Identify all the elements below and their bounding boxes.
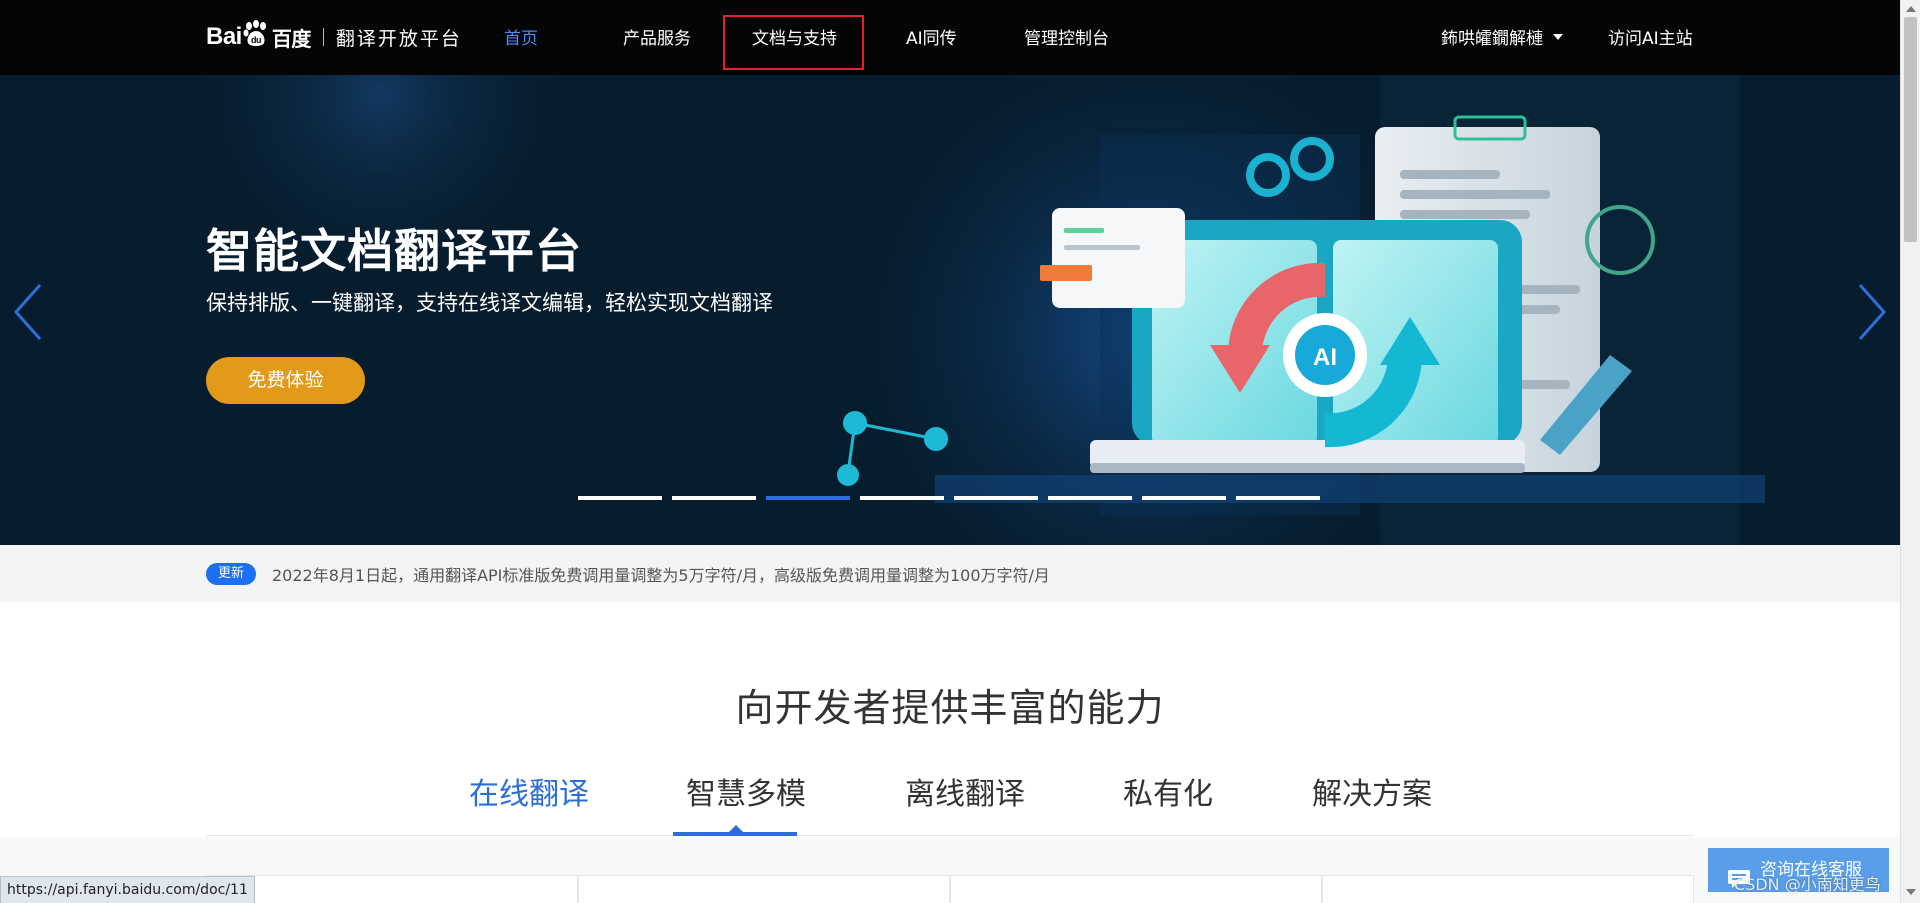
user-name: 鈽哄皬鐗解槤 [1441,29,1543,49]
nav-item-home[interactable]: 首页 [504,0,538,75]
page-scrollbar[interactable] [1900,0,1920,903]
hero-subtitle: 保持排版、一键翻译，支持在线译文编辑，轻松实现文档翻译 [206,291,773,315]
logo-subtitle: 翻译开放平台 [335,27,462,50]
watermark: CSDN @小南知更鸟 [1734,875,1881,894]
content-card[interactable] [1322,875,1694,903]
scroll-thumb[interactable] [1904,17,1917,242]
logo-mark: Bai du 百度 [206,19,312,55]
carousel-dot-4[interactable] [860,496,944,500]
carousel-dot-6[interactable] [1048,496,1132,500]
nav-item-ai-interpret[interactable]: AI同传 [906,0,957,75]
carousel-dot-2[interactable] [672,496,756,500]
content-card[interactable] [950,875,1322,903]
baidu-logo[interactable]: Bai du 百度 翻译开放平台 [206,19,462,55]
carousel-dot-7[interactable] [1142,496,1226,500]
nav-item-products[interactable]: 产品服务 [623,0,691,75]
scroll-up-icon[interactable] [1906,6,1916,12]
carousel-dot-1[interactable] [578,496,662,500]
caret-down-icon [1553,34,1563,40]
tab-private-deployment[interactable]: 私有化 [1123,768,1213,836]
carousel-prev-icon[interactable] [10,282,50,342]
content-card[interactable] [578,875,950,903]
notice-bar: 更新 2022年8月1日起，通用翻译API标准版免费调用量调整为5万字符/月，高… [0,545,1900,602]
notice-text[interactable]: 2022年8月1日起，通用翻译API标准版免费调用量调整为5万字符/月，高级版免… [272,562,1050,586]
user-menu[interactable]: 鈽哄皬鐗解槤 [1441,0,1563,75]
content-card[interactable] [206,875,578,903]
carousel-dot-3[interactable] [766,496,850,500]
nav-item-console[interactable]: 管理控制台 [1024,0,1109,75]
top-nav: Bai du 百度 翻译开放平台 首页 产品服务 文档与支持 AI同传 管理控制… [0,0,1900,75]
logo-cn: 百度 [271,28,312,51]
tab-solutions[interactable]: 解决方案 [1312,768,1432,836]
tab-smart-multimodal[interactable]: 智慧多模 [686,768,806,836]
active-tab-notch [729,825,743,832]
paw-icon: du [243,19,269,55]
nav-item-visit-ai[interactable]: 访问AI主站 [1608,0,1693,75]
carousel-dot-5[interactable] [954,496,1038,500]
carousel-dot-8[interactable] [1236,496,1320,500]
highlight-box [723,15,864,70]
hero-banner: AI 智能文档翻译平台 保持排版、一键翻译，支持在线译文编辑，轻松实现文档翻译 … [0,75,1900,545]
carousel-indicators [578,496,1330,500]
update-badge: 更新 [206,563,256,585]
carousel-next-icon[interactable] [1850,282,1890,342]
hero-title: 智能文档翻译平台 [206,224,582,278]
link-status-bar: https://api.fanyi.baidu.com/doc/11 [0,876,255,903]
section-title: 向开发者提供丰富的能力 [735,686,1165,730]
active-tab-underline [673,832,797,836]
logo-latin: Bai [206,23,242,50]
capability-tabs: 在线翻译 智慧多模 离线翻译 私有化 解决方案 [206,768,1694,836]
logo-paw-text: du [251,35,261,45]
free-trial-button[interactable]: 免费体验 [206,357,365,404]
ai-label: AI [1313,344,1337,371]
tab-offline-translation[interactable]: 离线翻译 [905,768,1025,836]
scroll-down-icon[interactable] [1906,889,1916,895]
logo-divider [322,28,324,46]
tab-online-translation[interactable]: 在线翻译 [469,768,589,836]
